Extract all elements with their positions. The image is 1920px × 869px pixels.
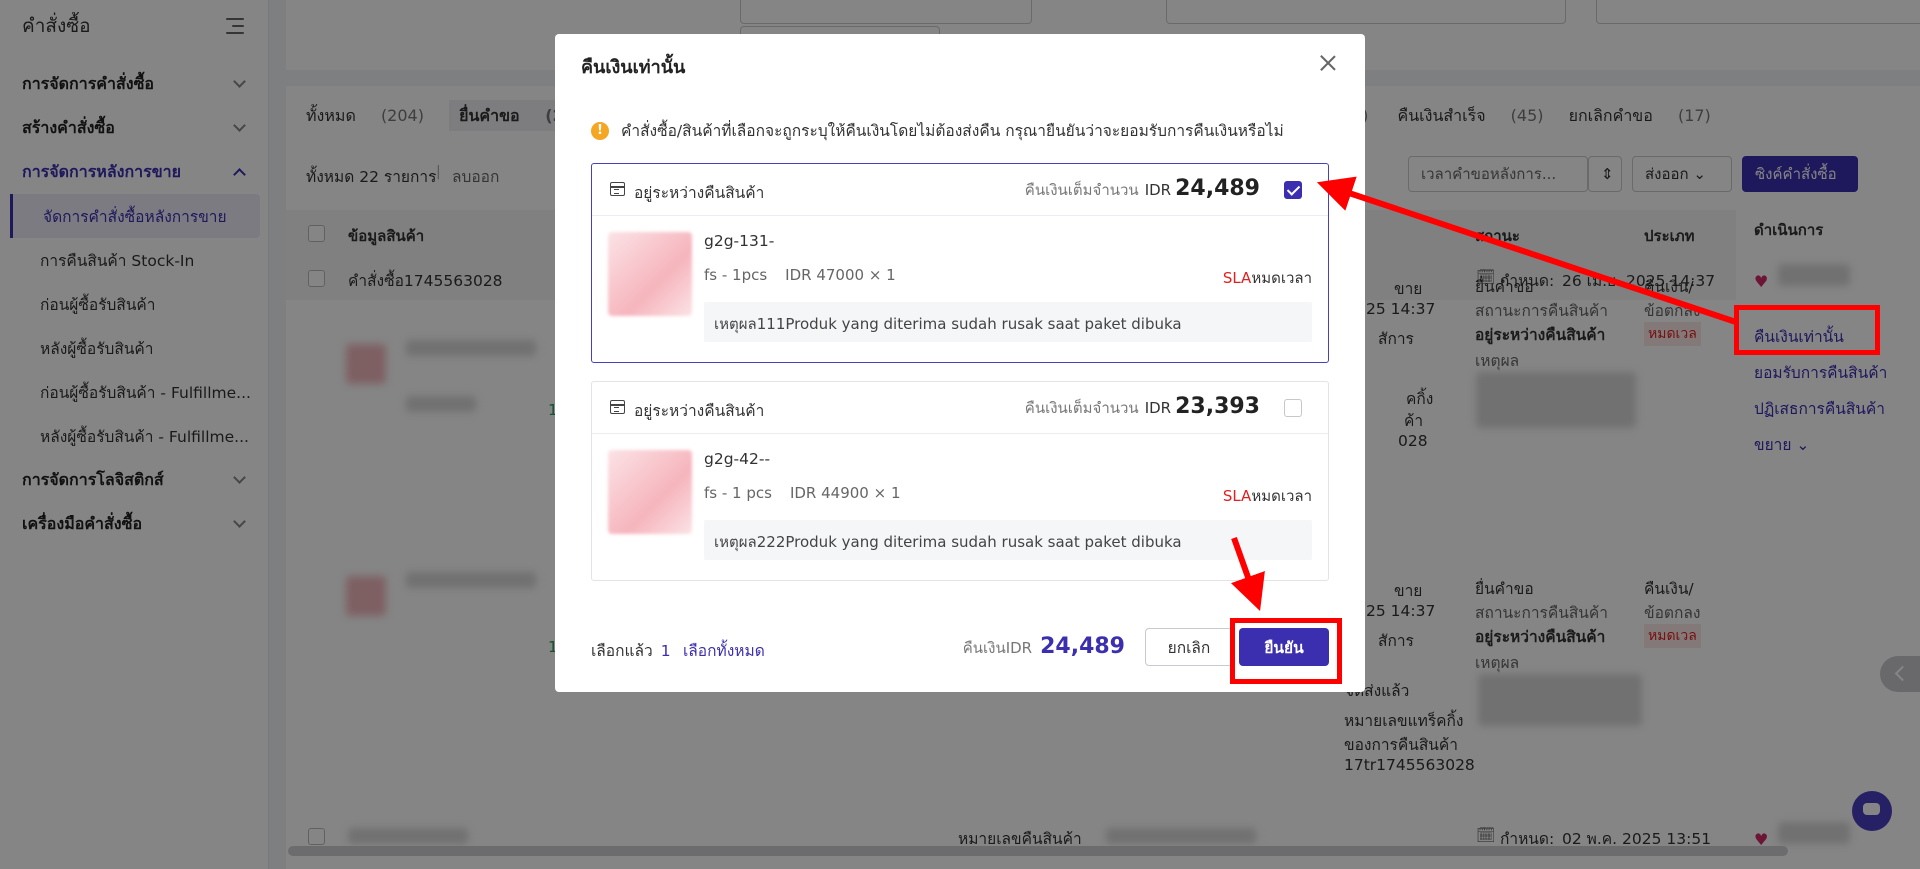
arrow-to-confirm xyxy=(1230,536,1265,611)
arrow-to-checkbox xyxy=(1316,176,1737,325)
annotation-arrows xyxy=(1230,176,1737,611)
